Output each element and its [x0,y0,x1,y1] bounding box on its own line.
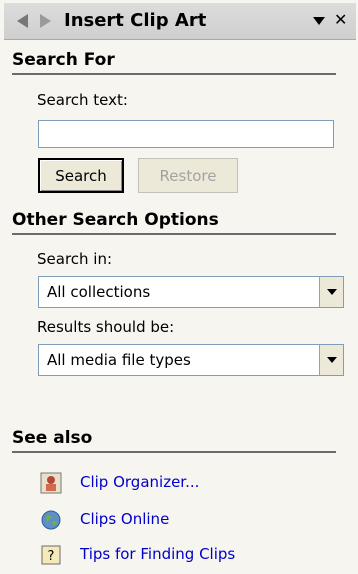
section-heading-other-search-options: Other Search Options [12,210,336,235]
search-text-label: Search text: [37,91,128,109]
close-icon[interactable]: ✕ [334,12,348,28]
link-clip-organizer[interactable]: Clip Organizer... [80,473,199,491]
chevron-down-icon[interactable] [319,277,343,307]
link-clips-online[interactable]: Clips Online [80,510,169,528]
section-heading-see-also: See also [12,428,336,453]
search-in-select[interactable]: All collections [38,276,344,308]
arrow-left-icon[interactable] [14,11,30,31]
link-tips-for-finding-clips[interactable]: Tips for Finding Clips [80,545,235,563]
results-value: All media file types [47,351,191,369]
search-in-label: Search in: [37,250,113,268]
search-text-input[interactable] [38,120,334,148]
task-pane-title-bar: Insert Clip Art ✕ [4,3,356,40]
svg-text:?: ? [48,549,55,564]
search-button[interactable]: Search [38,158,124,193]
task-pane-title: Insert Clip Art [64,10,207,31]
globe-icon [41,510,61,530]
results-label: Results should be: [37,318,175,336]
chevron-down-icon[interactable] [319,345,343,375]
restore-button[interactable]: Restore [138,158,238,193]
results-select[interactable]: All media file types [38,344,344,376]
dropdown-triangle-icon[interactable] [312,15,326,27]
arrow-right-icon[interactable] [38,11,54,31]
clip-organizer-icon [40,472,62,494]
help-icon: ? [41,545,61,565]
section-heading-search-for: Search For [12,50,336,75]
search-in-value: All collections [47,283,151,301]
task-pane: Insert Clip Art ✕ Search For Search text… [0,0,358,574]
